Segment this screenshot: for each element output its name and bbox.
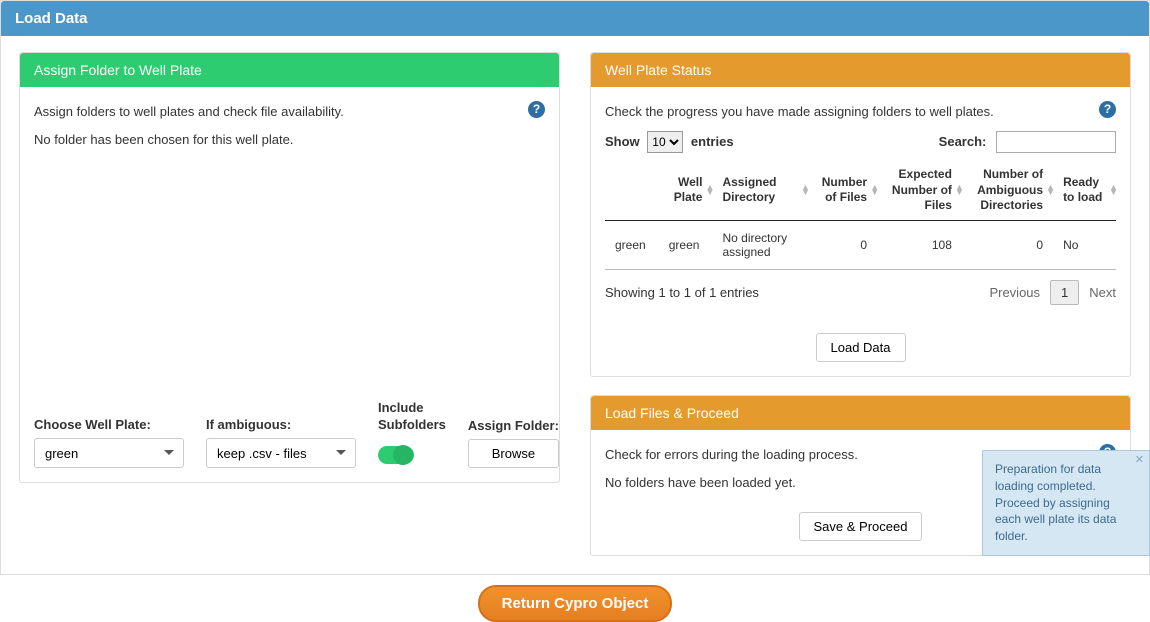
ambiguous-group: If ambiguous: keep .csv - files [206,417,356,468]
choose-wellplate-select[interactable]: green [34,438,184,468]
table-info: Showing 1 to 1 of 1 entries [605,285,759,300]
datatable-controls: Show 10 entries Search: [605,131,1116,153]
status-title: Well Plate Status [605,62,711,78]
browse-button[interactable]: Browse [468,439,559,468]
choose-label: Choose Well Plate: [34,417,184,432]
col-blank[interactable] [605,161,659,220]
assign-body: ? Assign folders to well plates and chec… [20,87,559,482]
proceed-title: Load Files & Proceed [605,405,739,421]
show-label: Show [605,134,640,149]
status-body: ? Check the progress you have made assig… [591,87,1130,376]
pagination: Previous 1 Next [989,280,1116,305]
col-ambiguous[interactable]: Number ofAmbiguousDirectories▲▼ [962,161,1053,220]
next-button[interactable]: Next [1089,285,1116,300]
subfolders-group: Include Subfolders [378,400,446,468]
search-label: Search: [939,134,987,149]
left-column: Assign Folder to Well Plate ? Assign fol… [19,52,560,483]
outer-body: Assign Folder to Well Plate ? Assign fol… [1,36,1149,574]
help-icon[interactable]: ? [528,101,545,118]
load-data-button[interactable]: Load Data [816,333,906,362]
cell-ready: No [1053,220,1116,269]
ambiguous-label: If ambiguous: [206,417,356,432]
assign-status: No folder has been chosen for this well … [34,129,545,151]
col-wellplate[interactable]: WellPlate▲▼ [659,161,713,220]
assign-folder-group: Assign Folder: Browse [468,418,559,468]
page-1-button[interactable]: 1 [1050,280,1079,305]
help-icon[interactable]: ? [1099,101,1116,118]
ambiguous-select[interactable]: keep .csv - files [206,438,356,468]
wellplate-status-panel: Well Plate Status ? Check the progress y… [590,52,1131,377]
subfolders-toggle[interactable] [378,446,414,464]
col-expected[interactable]: ExpectedNumber ofFiles▲▼ [877,161,962,220]
assign-panel-header: Assign Folder to Well Plate [20,53,559,87]
prev-button[interactable]: Previous [989,285,1040,300]
assign-desc: Assign folders to well plates and check … [34,101,545,123]
return-cypro-button[interactable]: Return Cypro Object [478,585,673,622]
toast-notification: ✕ Preparation for data loading completed… [982,450,1150,556]
table-row: green green No directory assigned 0 108 … [605,220,1116,269]
cell-dir: No directory assigned [712,220,807,269]
close-icon[interactable]: ✕ [1135,453,1144,468]
outer-title: Load Data [15,10,88,27]
status-panel-header: Well Plate Status [591,53,1130,87]
assign-title: Assign Folder to Well Plate [34,62,202,78]
subfolders-label: Include Subfolders [378,400,446,434]
table-header-row: WellPlate▲▼ AssignedDirectory▲▼ Numberof… [605,161,1116,220]
entries-label: entries [691,134,734,149]
datatable-footer: Showing 1 to 1 of 1 entries Previous 1 N… [605,280,1116,305]
search-control: Search: [939,131,1116,153]
length-control: Show 10 entries [605,131,734,153]
cell-ambig: 0 [962,220,1053,269]
assign-folder-label: Assign Folder: [468,418,559,433]
status-table: WellPlate▲▼ AssignedDirectory▲▼ Numberof… [605,161,1116,270]
entries-select[interactable]: 10 [647,131,683,153]
load-data-row: Load Data [605,333,1116,362]
cell-wellplate: green [659,220,713,269]
outer-panel-header: Load Data [1,1,1149,36]
col-ready[interactable]: Readyto load▲▼ [1053,161,1116,220]
toast-text: Preparation for data loading completed. … [995,462,1116,543]
col-num-files[interactable]: Numberof Files▲▼ [808,161,877,220]
cell-name: green [605,220,659,269]
col-assigned-dir[interactable]: AssignedDirectory▲▼ [712,161,807,220]
save-proceed-button[interactable]: Save & Proceed [799,512,923,541]
footer: Return Cypro Object [0,585,1150,622]
status-desc: Check the progress you have made assigni… [605,101,1116,123]
cell-numfiles: 0 [808,220,877,269]
choose-wellplate-group: Choose Well Plate: green [34,417,184,468]
assign-folder-panel: Assign Folder to Well Plate ? Assign fol… [19,52,560,483]
assign-form-row: Choose Well Plate: green If ambiguous: [34,400,545,468]
load-data-panel: Load Data Assign Folder to Well Plate ? … [0,0,1150,575]
search-input[interactable] [996,131,1116,153]
proceed-panel-header: Load Files & Proceed [591,396,1130,430]
cell-expected: 108 [877,220,962,269]
